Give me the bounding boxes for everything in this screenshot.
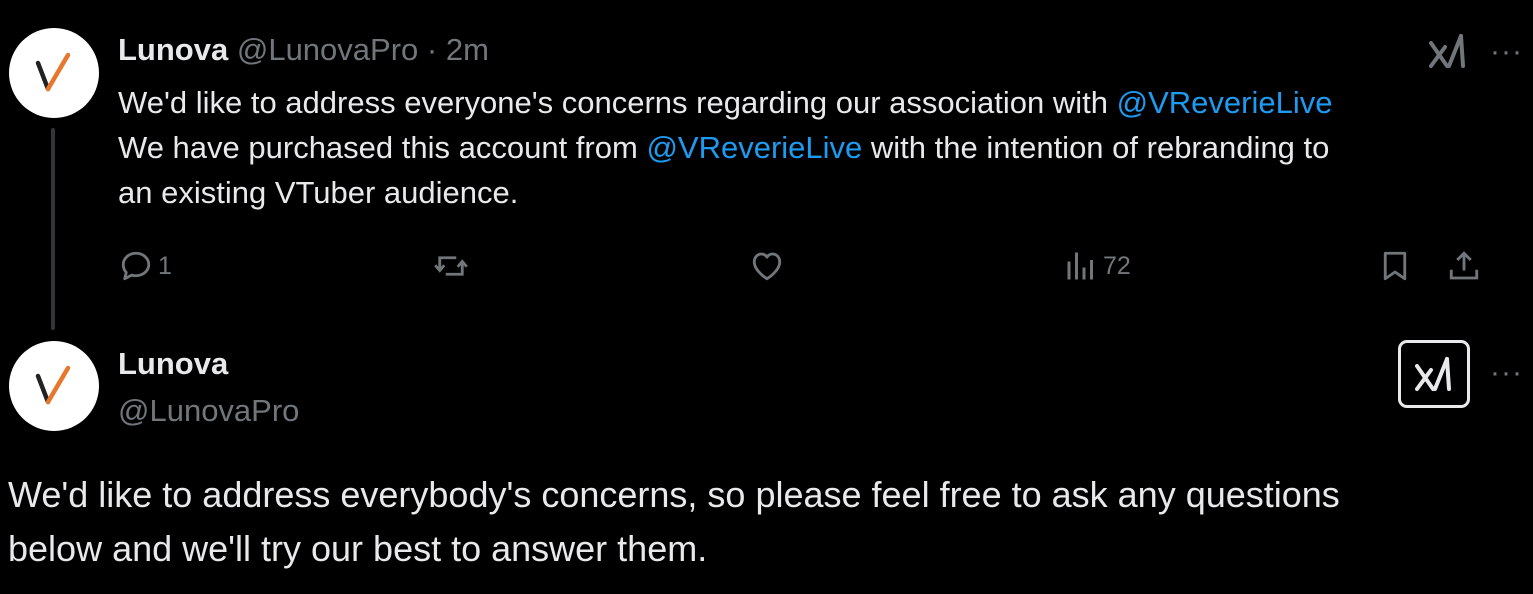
reply-icon	[121, 251, 151, 281]
handle[interactable]: @LunovaPro	[237, 32, 418, 67]
tweet-text-line3: an existing VTuber audience.	[118, 175, 519, 210]
display-name[interactable]: Lunova	[118, 32, 228, 67]
avatar[interactable]	[9, 28, 99, 118]
avatar[interactable]	[9, 341, 99, 431]
lunova-logo-icon	[35, 52, 71, 92]
share-icon	[1449, 251, 1479, 280]
separator: ·	[426, 32, 438, 67]
lunova-logo-icon	[35, 365, 71, 405]
like-button[interactable]	[749, 248, 785, 284]
tweet-text: We'd like to address everyone's concerns…	[118, 80, 1518, 215]
views-button[interactable]: 72	[1063, 248, 1131, 284]
share-button[interactable]	[1446, 248, 1482, 284]
bookmark-icon	[1383, 251, 1407, 281]
handle[interactable]: @LunovaPro	[118, 393, 299, 429]
display-name[interactable]: Lunova	[118, 346, 228, 382]
views-icon	[1067, 252, 1093, 280]
views-count: 72	[1103, 251, 1131, 280]
thread-line	[51, 128, 55, 330]
timestamp[interactable]: 2m	[446, 32, 489, 67]
post-text-line1: We'd like to address everybody's concern…	[8, 474, 1340, 515]
like-icon	[752, 252, 782, 281]
more-icon[interactable]: ···	[1490, 37, 1523, 67]
grok-icon	[1415, 357, 1451, 391]
retweet-button[interactable]	[433, 248, 469, 284]
post-text: We'd like to address everybody's concern…	[8, 468, 1518, 576]
reply-count: 1	[158, 251, 172, 280]
mention-link[interactable]: @VReverieLive	[646, 130, 862, 165]
tweet-text-line2: We have purchased this account from	[118, 130, 647, 165]
reply-button[interactable]: 1	[118, 248, 172, 284]
retweet-icon	[434, 256, 468, 276]
tweet-text-line2-end: with the intention of rebranding to	[862, 130, 1330, 165]
more-icon[interactable]: ···	[1490, 358, 1523, 388]
grok-icon[interactable]	[1428, 33, 1468, 69]
tweet-header: Lunova @LunovaPro · 2m	[118, 32, 489, 68]
post-text-line2: below and we'll try our best to answer t…	[8, 528, 708, 569]
mention-link[interactable]: @VReverieLive	[1117, 85, 1333, 120]
tweet-text-line1: We'd like to address everyone's concerns…	[118, 85, 1117, 120]
bookmark-button[interactable]	[1377, 248, 1413, 284]
grok-button[interactable]	[1398, 340, 1470, 408]
